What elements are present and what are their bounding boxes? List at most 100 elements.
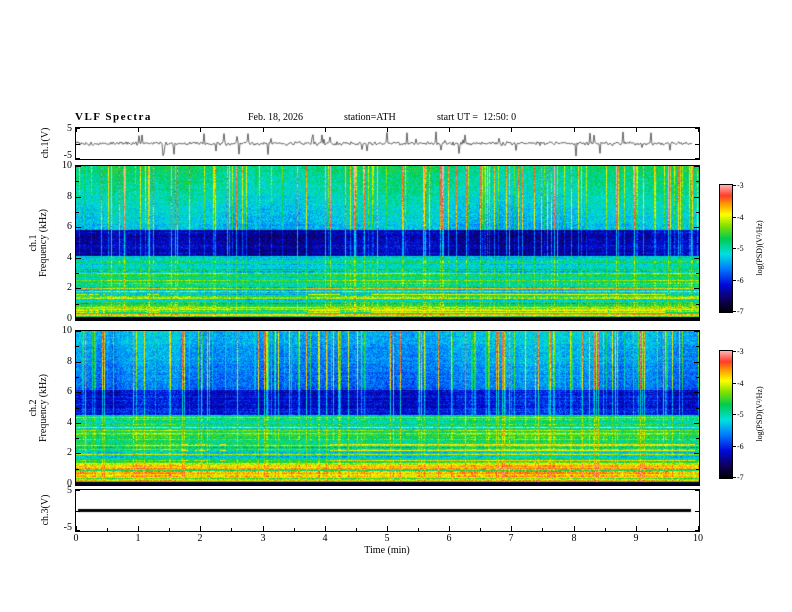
y-tick-label: 5	[67, 123, 72, 134]
y-tick-label: 4	[67, 417, 72, 428]
ch1-spectrogram-panel	[75, 165, 700, 321]
colorbar-tick-label: -3	[737, 347, 744, 356]
y-tick-mark	[694, 258, 699, 259]
y-minor-tick-mark	[696, 243, 699, 244]
y-tick-mark	[695, 490, 699, 491]
x-tick-label: 7	[508, 533, 514, 544]
x-minor-tick-mark	[542, 528, 543, 531]
colorbar2	[719, 350, 733, 479]
y-minor-tick-mark	[76, 438, 79, 439]
y-tick-mark	[76, 227, 81, 228]
x-minor-tick-mark	[294, 528, 295, 531]
y-minor-tick-mark	[696, 212, 699, 213]
ch1-waveform-canvas	[76, 128, 699, 159]
colorbar1	[719, 184, 733, 313]
x-tick-mark	[511, 526, 512, 531]
y-tick-mark	[76, 166, 81, 167]
x-minor-tick-mark	[480, 528, 481, 531]
y-tick-mark	[694, 362, 699, 363]
y-tick-mark	[694, 423, 699, 424]
colorbar-tick-mark	[733, 351, 736, 352]
ch2-spectrogram-panel	[75, 330, 700, 486]
ch3-waveform-canvas	[76, 490, 699, 531]
colorbar-tick-mark	[733, 185, 736, 186]
x-tick-label: 9	[633, 533, 639, 544]
x-tick-mark	[325, 526, 326, 531]
y-minor-tick-mark	[696, 438, 699, 439]
y-minor-tick-mark	[76, 212, 79, 213]
y-tick-label: -5	[63, 150, 72, 161]
x-tick-mark	[574, 128, 575, 132]
colorbar2-gradient	[720, 351, 732, 478]
x-tick-mark	[325, 128, 326, 132]
y-tick-mark	[694, 288, 699, 289]
x-tick-mark	[138, 526, 139, 531]
colorbar1-label: log(PSD)(V²/Hz)	[755, 220, 764, 276]
y-minor-tick-mark	[696, 469, 699, 470]
y-tick-label: 8	[67, 356, 72, 367]
y-tick-label: 8	[67, 191, 72, 202]
y-tick-mark	[76, 319, 81, 320]
y-tick-mark	[76, 511, 80, 512]
x-tick-mark	[387, 128, 388, 132]
x-minor-tick-mark	[667, 528, 668, 531]
y-minor-tick-mark	[696, 346, 699, 347]
colorbar-tick-label: -7	[737, 307, 744, 316]
y-minor-tick-mark	[696, 273, 699, 274]
y-tick-label: 10	[62, 325, 72, 336]
x-tick-label: 2	[197, 533, 203, 544]
x-tick-mark	[387, 526, 388, 531]
y-minor-tick-mark	[76, 346, 79, 347]
y-tick-label: 10	[62, 160, 72, 171]
y-tick-mark	[694, 392, 699, 393]
x-tick-label: 3	[260, 533, 266, 544]
y-tick-mark	[76, 158, 80, 159]
x-tick-mark	[449, 526, 450, 531]
y-tick-mark	[76, 362, 81, 363]
x-tick-label: 5	[384, 533, 390, 544]
colorbar-tick-label: -6	[737, 442, 744, 451]
x-minor-tick-mark	[356, 528, 357, 531]
y-minor-tick-mark	[76, 469, 79, 470]
x-tick-mark	[76, 526, 77, 531]
colorbar-tick-label: -6	[737, 276, 744, 285]
y-tick-mark	[695, 158, 699, 159]
y-tick-label: 6	[67, 386, 72, 397]
x-minor-tick-mark	[169, 528, 170, 531]
y-minor-tick-mark	[76, 408, 79, 409]
y-tick-mark	[76, 144, 80, 145]
y-minor-tick-mark	[76, 181, 79, 182]
y-tick-mark	[694, 484, 699, 485]
y-tick-mark	[76, 258, 81, 259]
y-tick-mark	[76, 423, 81, 424]
x-tick-mark	[200, 526, 201, 531]
x-tick-mark	[636, 128, 637, 132]
ch2-frequency-axis-label: ch.2 Frequency (kHz)	[28, 373, 49, 443]
colorbar-tick-label: -5	[737, 410, 744, 419]
colorbar-tick-mark	[733, 280, 736, 281]
x-tick-mark	[698, 128, 699, 132]
y-tick-mark	[695, 511, 699, 512]
y-minor-tick-mark	[76, 273, 79, 274]
y-tick-label: 2	[67, 447, 72, 458]
colorbar-tick-label: -7	[737, 473, 744, 482]
x-tick-mark	[511, 128, 512, 132]
x-tick-mark	[698, 526, 699, 531]
ch1-frequency-axis-label: ch.1 Frequency (kHz)	[28, 208, 49, 278]
x-tick-mark	[574, 526, 575, 531]
y-tick-mark	[76, 392, 81, 393]
y-tick-mark	[694, 319, 699, 320]
x-axis-label: Time (min)	[364, 545, 410, 556]
x-minor-tick-mark	[605, 528, 606, 531]
colorbar-tick-mark	[733, 414, 736, 415]
start-ut-label: start UT = 12:50: 0	[437, 112, 517, 123]
y-tick-mark	[76, 331, 81, 332]
colorbar-tick-mark	[733, 311, 736, 312]
y-tick-mark	[694, 197, 699, 198]
colorbar-tick-mark	[733, 217, 736, 218]
station-label: station=ATH	[344, 112, 396, 123]
colorbar-tick-mark	[733, 248, 736, 249]
y-tick-mark	[694, 453, 699, 454]
x-tick-mark	[449, 128, 450, 132]
y-tick-mark	[694, 166, 699, 167]
